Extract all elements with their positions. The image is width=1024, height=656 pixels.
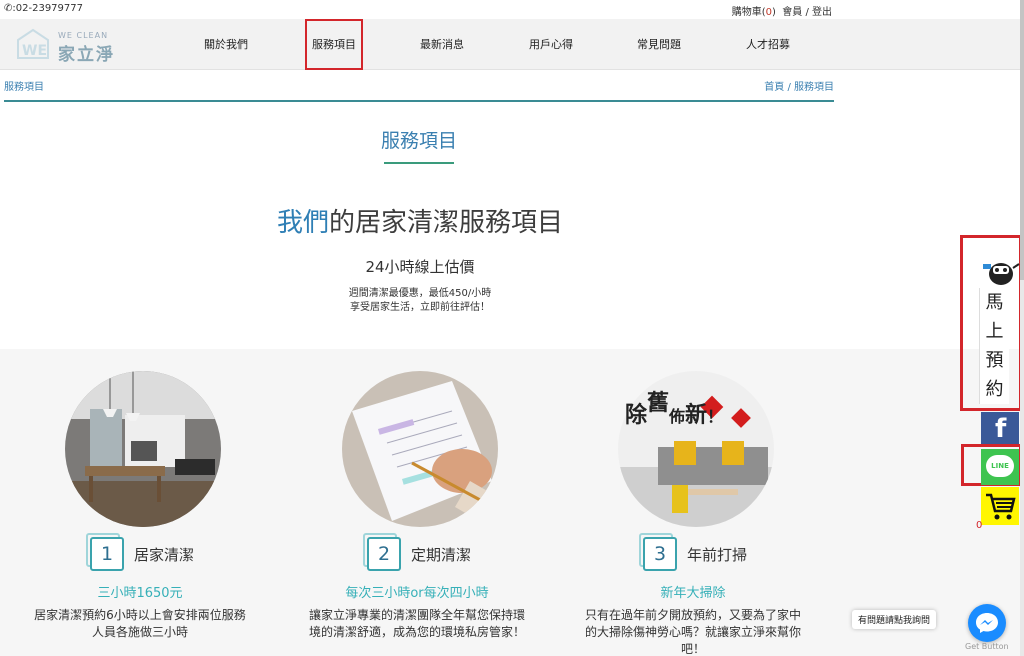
service-description: 讓家立淨專業的清潔團隊全年幫您保持環境的清潔舒適，成為您的環境私房管家！ — [308, 608, 525, 639]
main-navbar: WE WE CLEAN 家立淨 關於我們 服務項目 最新消息 用戶心得 常見問題… — [0, 19, 1020, 70]
breadcrumb-trail[interactable]: 首頁 / 服務項目 — [764, 78, 834, 93]
phone-number[interactable]: ✆:02-23979777 — [4, 3, 83, 14]
facebook-icon: f — [995, 414, 1007, 444]
promo-line-1: 週間清潔最優惠，最低450/小時 — [348, 288, 492, 299]
svg-text:WE: WE — [22, 43, 47, 59]
shopping-cart-icon — [986, 493, 1016, 520]
breadcrumb-current: 服務項目 — [4, 82, 44, 93]
line-icon: LINE — [986, 455, 1014, 477]
service-number-badge: 3 — [639, 533, 677, 571]
page-title: 服務項目 — [380, 130, 457, 152]
poster-calligraphy: 除舊佈新！ — [625, 390, 724, 428]
service-name: 居家清潔 — [134, 546, 195, 564]
service-price: 每次三小時or每次四小時 — [345, 586, 489, 601]
nav-reviews[interactable]: 用戶心得 — [529, 19, 573, 70]
line-button[interactable]: LINE — [981, 449, 1019, 485]
service-name: 年前打掃 — [687, 546, 748, 564]
top-utility-bar: ✆:02-23979777 購物車(0) 會員 / 登出 — [0, 0, 834, 19]
nav-careers[interactable]: 人才招募 — [746, 19, 790, 70]
get-button-credit[interactable]: Get Button — [965, 642, 1009, 651]
subheadline: 24小時線上估價 — [365, 258, 475, 276]
breadcrumb: 服務項目 首頁 / 服務項目 — [4, 78, 834, 102]
service-number-badge: 1 — [86, 533, 124, 571]
planner-writing-photo — [342, 371, 498, 527]
service-number-badge: 2 — [363, 533, 401, 571]
book-now-widget[interactable]: 馬 上 預 約 — [960, 235, 1022, 411]
facebook-button[interactable]: f — [981, 412, 1019, 444]
service-price: 新年大掃除 — [660, 586, 726, 601]
help-tooltip[interactable]: 有問題請點我詢問 — [852, 610, 937, 629]
service-description: 居家清潔預約6小時以上會安排兩位服務人員各施做三小時 — [34, 608, 246, 639]
logo-text-en: WE CLEAN — [58, 31, 109, 40]
scrollbar-thumb[interactable] — [1020, 0, 1024, 280]
logo-text-zh: 家立淨 — [58, 45, 115, 65]
cart-float-count: 0 — [976, 520, 983, 531]
site-logo[interactable]: WE WE CLEAN 家立淨 — [16, 28, 126, 65]
page-scrollbar[interactable] — [1020, 0, 1024, 656]
service-card-regular-cleaning[interactable]: 2 定期清潔 每次三小時or每次四小時 讓家立淨專業的清潔團隊全年幫您保持環境的… — [307, 349, 527, 656]
service-description: 只有在過年前夕開放預約，又要為了家中的大掃除傷神勞心嗎？就讓家立淨來幫你吧！ — [584, 608, 801, 656]
account-links: 購物車(0) 會員 / 登出 — [732, 3, 832, 18]
book-now-label: 馬 上 預 約 — [979, 288, 1009, 404]
messenger-button[interactable] — [968, 604, 1006, 642]
robot-mascot-icon — [983, 263, 1020, 285]
title-underline — [384, 162, 454, 164]
main-headline: 我們的居家清潔服務項目 — [276, 208, 564, 238]
nav-services[interactable]: 服務項目 — [305, 19, 363, 70]
promo-line-2: 享受居家生活，立即前往評估！ — [350, 302, 490, 313]
service-card-home-cleaning[interactable]: 1 居家清潔 三小時1650元 居家清潔預約6小時以上會安排兩位服務人員各施做三… — [30, 349, 250, 656]
logo-mark-icon: WE — [17, 28, 49, 59]
cart-link[interactable]: 購物車(0) — [732, 7, 776, 18]
new-year-living-room-photo — [618, 371, 774, 527]
line-button-highlight: LINE — [961, 444, 1022, 486]
nav-about[interactable]: 關於我們 — [204, 19, 248, 70]
service-card-new-year-cleaning[interactable]: 除舊佈新！ 3 年前打掃 新年大掃除 只有在過年前夕開放預約，又要為了家中的大掃… — [583, 349, 803, 656]
service-price: 三小時1650元 — [97, 586, 183, 601]
messenger-icon — [976, 613, 998, 633]
service-name: 定期清潔 — [411, 546, 472, 564]
cart-float-button[interactable] — [981, 487, 1019, 525]
home-interior-photo — [65, 371, 221, 527]
nav-news[interactable]: 最新消息 — [420, 19, 464, 70]
nav-faq[interactable]: 常見問題 — [637, 19, 681, 70]
member-logout-link[interactable]: 會員 / 登出 — [782, 7, 832, 18]
